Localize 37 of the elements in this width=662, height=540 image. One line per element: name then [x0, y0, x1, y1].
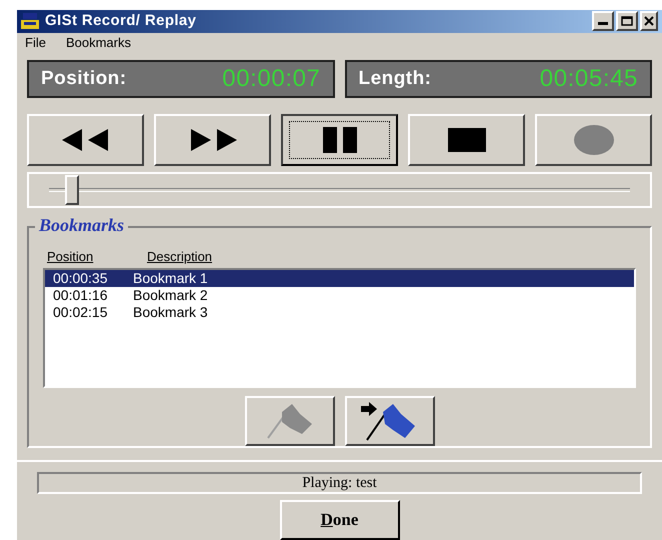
- menu-item[interactable]: Bookmarks: [66, 33, 131, 53]
- stop-button[interactable]: [408, 114, 525, 166]
- position-cell-text: 00:00:35: [53, 270, 108, 287]
- forward-button[interactable]: [154, 114, 271, 166]
- time-value: 00:00:07: [222, 64, 320, 94]
- description-cell: Bookmark 1: [133, 270, 208, 287]
- window-title: GISt Record/ Replay: [45, 11, 196, 31]
- list-row[interactable]: 00:01:16 Bookmark 2: [45, 287, 634, 304]
- goto-bookmark-button[interactable]: [344, 396, 434, 446]
- status-text: Playing: test: [302, 474, 377, 493]
- close-button[interactable]: [640, 11, 658, 32]
- minimize-icon: [598, 22, 608, 26]
- description-cell: Bookmark 3: [133, 304, 208, 321]
- time-label: Position:: [41, 66, 127, 91]
- maximize-button[interactable]: [616, 11, 638, 32]
- list-row[interactable]: 00:00:35 Bookmark 1: [45, 270, 634, 287]
- seek-thumb[interactable]: [65, 174, 80, 205]
- column-header[interactable]: Position: [47, 247, 147, 267]
- minimize-button[interactable]: [592, 11, 614, 32]
- rewind-button[interactable]: [27, 114, 144, 166]
- close-icon: [644, 16, 654, 26]
- position-cell-text: 00:01:16: [53, 287, 108, 304]
- position-cell-text: 00:02:15: [53, 304, 108, 321]
- pause-icon: [320, 126, 358, 153]
- maximize-icon: [621, 16, 633, 26]
- app-icon: [21, 12, 41, 30]
- menu-item[interactable]: File: [25, 33, 46, 53]
- done-button[interactable]: Done: [280, 500, 400, 540]
- time-value: 00:05:45: [540, 64, 638, 94]
- column-header[interactable]: Description: [147, 247, 212, 267]
- description-cell: Bookmark 2: [133, 287, 208, 304]
- list-row[interactable]: 00:02:15 Bookmark 3: [45, 304, 634, 321]
- record-icon: [574, 124, 614, 155]
- group-title: Bookmarks: [35, 216, 128, 234]
- stop-icon: [448, 128, 486, 152]
- pause-button[interactable]: [281, 114, 398, 166]
- time-label: Length:: [358, 66, 432, 91]
